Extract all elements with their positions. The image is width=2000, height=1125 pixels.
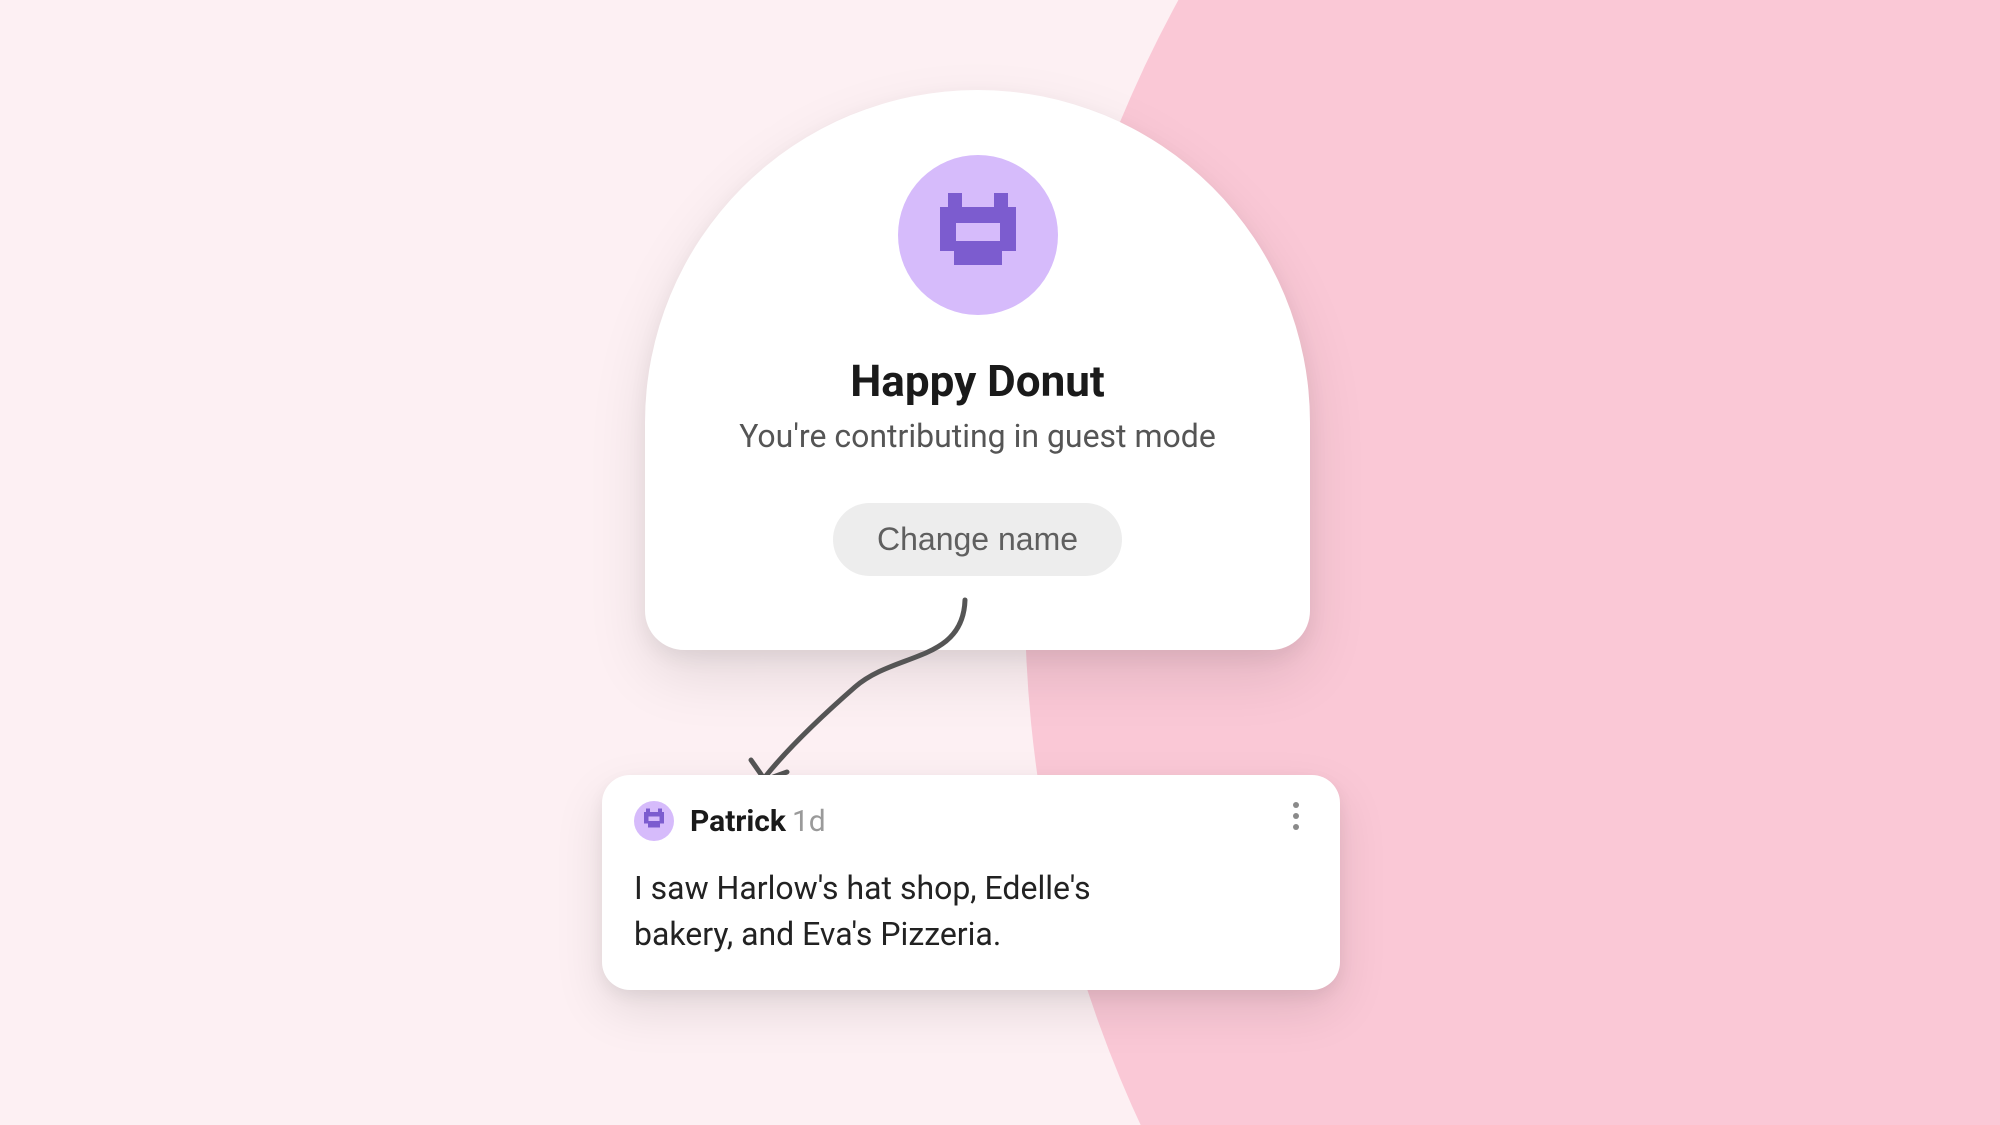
profile-display-name: Happy Donut [850, 355, 1105, 407]
more-vertical-icon [1292, 801, 1300, 834]
comment-card: Patrick 1d I saw Harlow's hat shop, Edel… [602, 775, 1340, 990]
comment-header: Patrick 1d [634, 801, 1308, 841]
illustration-stage: Happy Donut You're contributing in guest… [0, 0, 2000, 1125]
pixel-avatar-icon [928, 183, 1028, 287]
comment-more-button[interactable] [1276, 797, 1316, 837]
comment-timestamp: 1d [792, 804, 826, 839]
comment-avatar [634, 801, 674, 841]
guest-mode-subtitle: You're contributing in guest mode [739, 417, 1216, 455]
comment-meta: Patrick 1d [690, 804, 826, 839]
avatar-large [898, 155, 1058, 315]
pixel-avatar-icon [641, 806, 667, 836]
change-name-button[interactable]: Change name [833, 503, 1122, 576]
comment-author: Patrick [690, 804, 786, 839]
comment-body: I saw Harlow's hat shop, Edelle's bakery… [634, 865, 1194, 958]
